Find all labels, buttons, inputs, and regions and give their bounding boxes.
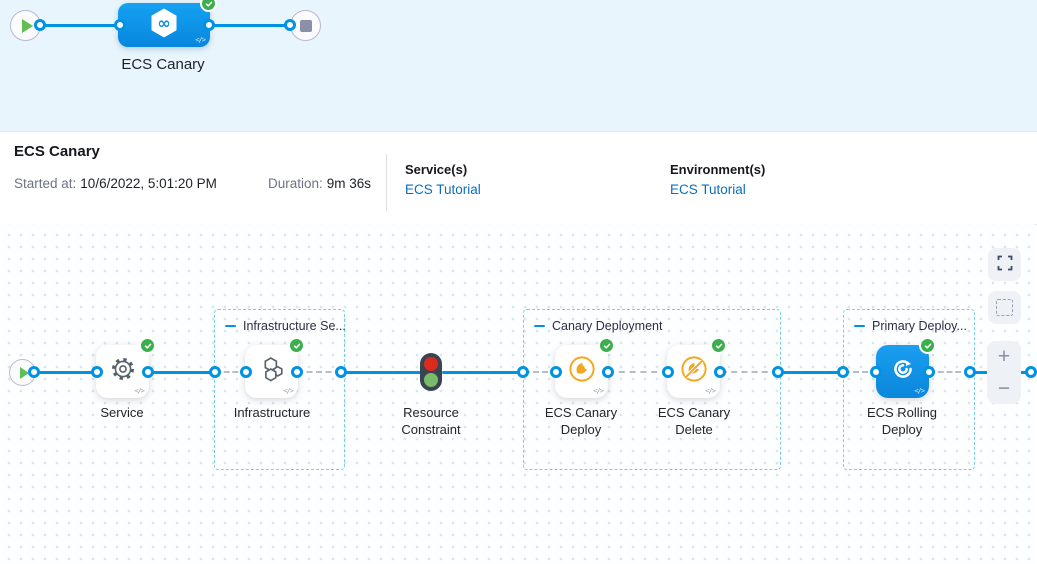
- pipeline-title: ECS Canary: [14, 143, 100, 160]
- group-label: Canary Deployment: [552, 319, 662, 333]
- stage-minimap: ∞ </> ECS Canary: [0, 0, 1037, 132]
- step-label: ECS Rolling Deploy: [857, 404, 947, 438]
- connector-point: [550, 366, 562, 378]
- connector-point: [837, 366, 849, 378]
- step-node-ecs-canary-delete[interactable]: </>: [667, 345, 720, 398]
- step-node-ecs-canary-deploy[interactable]: </>: [555, 345, 608, 398]
- code-icon: </>: [134, 387, 144, 395]
- started-at: Started at: 10/6/2022, 5:01:20 PM: [14, 176, 217, 191]
- connector-point: [602, 366, 614, 378]
- connector-line: [608, 371, 668, 373]
- connector-point: [34, 19, 46, 31]
- group-label: Primary Deploy...: [872, 319, 967, 333]
- svg-text:∞: ∞: [157, 13, 170, 32]
- connector-point: [114, 19, 126, 31]
- traffic-light-red-icon: [424, 357, 438, 371]
- group-label: Infrastructure Se...: [243, 319, 346, 333]
- connector-point: [291, 366, 303, 378]
- step-label: Infrastructure: [217, 404, 327, 421]
- connector-point: [714, 366, 726, 378]
- connector-line: [341, 371, 422, 374]
- connector-point: [964, 366, 976, 378]
- marquee-select-icon: [996, 299, 1013, 316]
- code-icon: </>: [283, 387, 293, 395]
- step-label: Service: [82, 404, 162, 421]
- marquee-select-button[interactable]: [988, 291, 1021, 324]
- connector-point: [142, 366, 154, 378]
- infrastructure-hexagons-icon: [257, 354, 287, 389]
- connector-line: [778, 371, 844, 374]
- connector-line: [34, 371, 98, 374]
- zoom-controls: + −: [987, 341, 1021, 404]
- environments-link[interactable]: ECS Tutorial: [670, 182, 746, 197]
- play-icon: [22, 19, 33, 33]
- harness-pipeline-icon: ∞: [146, 5, 182, 46]
- stage-label[interactable]: ECS Canary: [93, 56, 233, 73]
- success-badge: [200, 0, 217, 12]
- step-label: Resource Constraint: [391, 404, 471, 438]
- duration: Duration: 9m 36s: [268, 176, 371, 191]
- connector-point: [662, 366, 674, 378]
- started-at-label: Started at:: [14, 176, 76, 191]
- collapse-icon[interactable]: [854, 325, 865, 328]
- group-header: Infrastructure Se...: [225, 319, 346, 333]
- fullscreen-icon: [997, 255, 1013, 274]
- step-node-resource-constraint[interactable]: [420, 353, 442, 391]
- connector-line: [209, 24, 290, 27]
- ecs-rolling-swirl-icon: [890, 356, 916, 387]
- fullscreen-button[interactable]: [988, 248, 1021, 281]
- started-at-value: 10/6/2022, 5:01:20 PM: [80, 176, 217, 191]
- traffic-light-green-icon: [424, 373, 438, 387]
- services-link[interactable]: ECS Tutorial: [405, 182, 481, 197]
- connector-point: [1025, 366, 1037, 378]
- connector-point: [335, 366, 347, 378]
- stop-icon: [300, 20, 312, 32]
- connector-line: [721, 371, 778, 373]
- connector-point: [870, 366, 882, 378]
- code-icon: </>: [914, 387, 924, 395]
- connector-point: [772, 366, 784, 378]
- code-icon: </>: [705, 387, 715, 395]
- pipeline-canvas[interactable]: Infrastructure Se... Canary Deployment P…: [0, 224, 1035, 564]
- duration-label: Duration:: [268, 176, 323, 191]
- connector-point: [203, 19, 215, 31]
- canary-delete-icon: [680, 355, 708, 388]
- collapse-icon[interactable]: [225, 325, 236, 328]
- execution-summary-bar: ECS Canary Started at: 10/6/2022, 5:01:20…: [0, 132, 1037, 225]
- connector-line: [40, 24, 120, 27]
- success-badge: [710, 337, 727, 354]
- canary-bird-icon: [568, 355, 596, 388]
- connector-point: [284, 19, 296, 31]
- connector-line: [442, 371, 524, 374]
- code-icon: </>: [593, 387, 603, 395]
- summary-divider: [386, 154, 387, 211]
- connector-point: [28, 366, 40, 378]
- connector-point: [240, 366, 252, 378]
- success-badge: [288, 337, 305, 354]
- services-label: Service(s): [405, 162, 467, 177]
- zoom-out-button[interactable]: −: [987, 373, 1021, 405]
- step-label: ECS Canary Delete: [649, 404, 739, 438]
- step-node-ecs-rolling-deploy[interactable]: </>: [876, 345, 929, 398]
- connector-point: [91, 366, 103, 378]
- connector-point: [517, 366, 529, 378]
- group-header: Canary Deployment: [534, 319, 662, 333]
- connector-point: [923, 366, 935, 378]
- duration-value: 9m 36s: [327, 176, 371, 191]
- code-icon: </>: [195, 36, 205, 44]
- success-badge: [919, 337, 936, 354]
- environments-label: Environment(s): [670, 162, 765, 177]
- success-badge: [139, 337, 156, 354]
- stage-node-ecs-canary[interactable]: ∞ </>: [118, 3, 210, 47]
- pipeline-execution-view: ∞ </> ECS Canary ECS Canary Started at: 1…: [0, 0, 1037, 564]
- zoom-in-button[interactable]: +: [987, 341, 1021, 373]
- connector-point: [209, 366, 221, 378]
- connector-line: [148, 371, 215, 374]
- step-label: ECS Canary Deploy: [536, 404, 626, 438]
- collapse-icon[interactable]: [534, 325, 545, 328]
- group-header: Primary Deploy...: [854, 319, 967, 333]
- success-badge: [598, 337, 615, 354]
- service-gear-icon: [108, 354, 138, 389]
